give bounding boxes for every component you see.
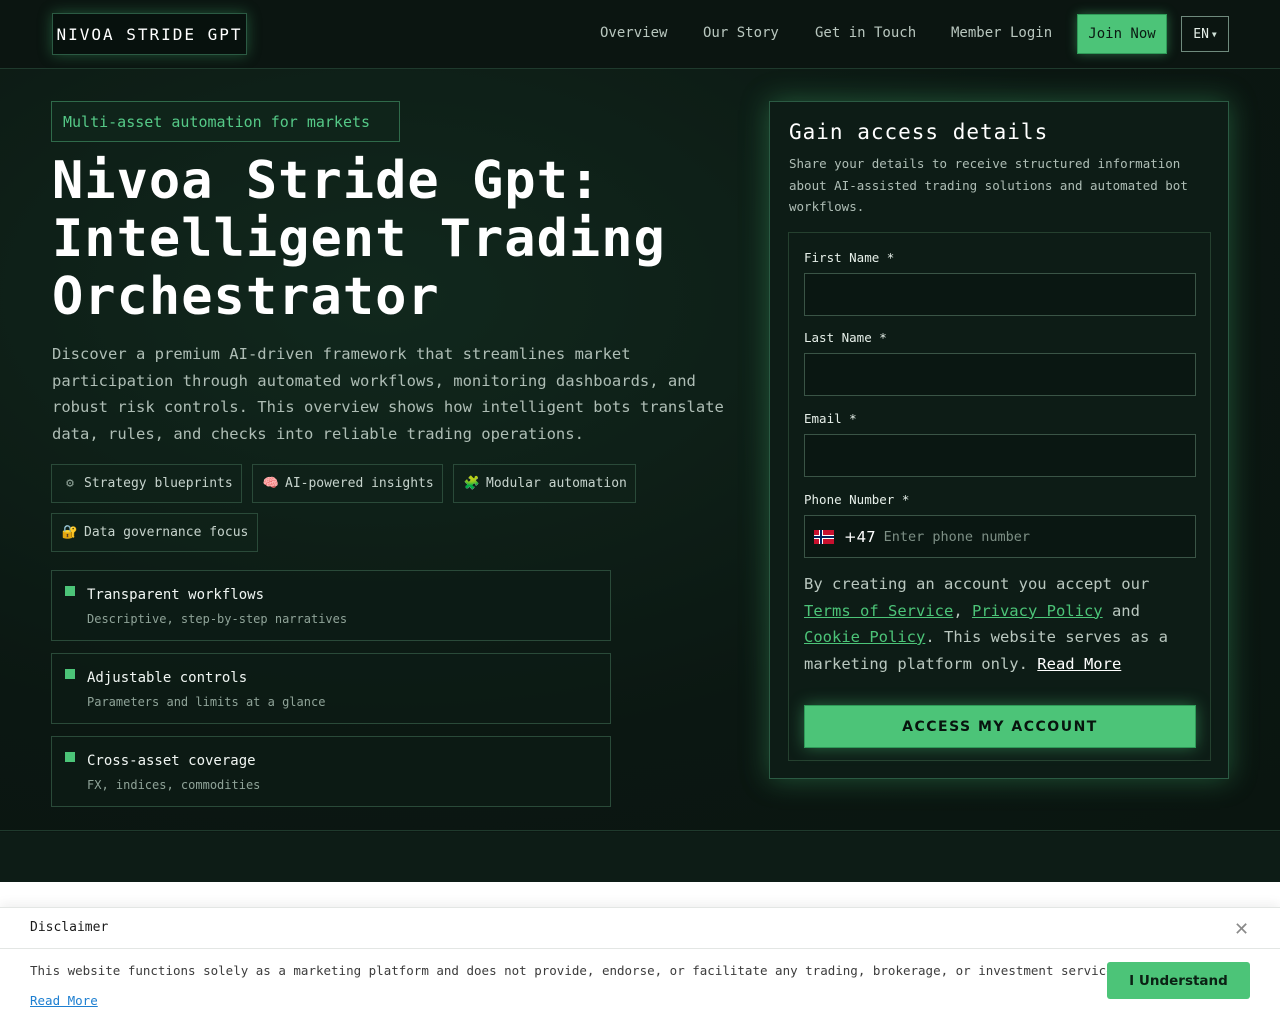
norway-flag-icon[interactable] — [814, 529, 834, 544]
consent-comma: , — [953, 601, 972, 620]
nav-our-story[interactable]: Our Story — [703, 25, 779, 41]
site-logo[interactable]: NIVOA STRIDE GPT — [52, 13, 247, 55]
last-name-input[interactable] — [804, 353, 1196, 396]
section-divider — [0, 832, 1280, 882]
feature-title: Transparent workflows — [87, 587, 265, 603]
close-icon[interactable]: ✕ — [1234, 919, 1249, 940]
form-title: Gain access details — [789, 120, 1049, 144]
brain-icon: 🧠 — [262, 476, 280, 491]
consent-and: and — [1102, 601, 1140, 620]
feature-title: Cross-asset coverage — [87, 753, 256, 769]
form-subtitle: Share your details to receive structured… — [789, 156, 1188, 214]
last-name-label: Last Name * — [804, 330, 887, 345]
disclaimer-read-more-link[interactable]: Read More — [30, 993, 98, 1008]
nav-overview[interactable]: Overview — [600, 25, 667, 41]
feature-subtitle: Parameters and limits at a glance — [87, 695, 326, 709]
feature-card-cross-asset: Cross-asset coverage FX, indices, commod… — [51, 736, 611, 807]
phone-input[interactable] — [883, 516, 1195, 557]
hero-tagline: Multi-asset automation for markets — [51, 101, 400, 142]
disclaimer-banner: Disclaimer ✕ This website functions sole… — [0, 907, 1280, 1024]
read-more-link[interactable]: Read More — [1037, 655, 1121, 673]
hero-title-line-3: Orchestrator — [52, 267, 440, 327]
language-label: EN — [1193, 26, 1209, 42]
understand-button[interactable]: I Understand — [1107, 962, 1250, 999]
nav-get-in-touch[interactable]: Get in Touch — [815, 25, 916, 41]
signup-form: First Name * Last Name * Email * Phone N… — [788, 232, 1211, 761]
chip-ai-powered-insights: 🧠 AI-powered insights — [252, 464, 443, 503]
lock-icon: 🔐 — [61, 525, 79, 540]
phone-label: Phone Number * — [804, 492, 910, 507]
feature-subtitle: FX, indices, commodities — [87, 778, 261, 792]
bullet-square-icon — [65, 586, 75, 596]
chip-strategy-blueprints: ⚙ Strategy blueprints — [51, 464, 242, 503]
puzzle-icon: 🧩 — [463, 476, 481, 491]
chip-modular-automation: 🧩 Modular automation — [453, 464, 636, 503]
phone-field: +47 — [804, 515, 1196, 558]
chip-label: AI-powered insights — [285, 476, 434, 491]
terms-link[interactable]: Terms of Service — [804, 602, 953, 620]
dial-code: +47 — [844, 527, 876, 546]
chip-label: Modular automation — [486, 476, 627, 491]
first-name-input[interactable] — [804, 273, 1196, 316]
feature-title: Adjustable controls — [87, 670, 248, 686]
consent-prefix: By creating an account you accept our — [804, 575, 1150, 593]
bullet-square-icon — [65, 752, 75, 762]
join-now-button[interactable]: Join Now — [1077, 14, 1167, 54]
chip-label: Strategy blueprints — [84, 476, 233, 491]
feature-subtitle: Descriptive, step-by-step narratives — [87, 612, 348, 626]
gear-icon: ⚙ — [66, 476, 74, 491]
language-selector[interactable]: EN ▼ — [1181, 16, 1229, 52]
nav-member-login[interactable]: Member Login — [951, 25, 1052, 41]
consent-text: By creating an account you accept our Te… — [804, 571, 1199, 677]
privacy-link[interactable]: Privacy Policy — [972, 602, 1103, 620]
cookie-link[interactable]: Cookie Policy — [804, 628, 925, 646]
email-label: Email * — [804, 411, 857, 426]
email-input[interactable] — [804, 434, 1196, 477]
hero-title: Nivoa Stride Gpt: Intelligent Trading Or… — [52, 152, 752, 326]
caret-down-icon: ▼ — [1211, 29, 1217, 39]
hero-title-line-2: Intelligent Trading — [52, 209, 666, 269]
disclaimer-header: Disclaimer ✕ — [0, 908, 1280, 949]
access-account-button[interactable]: ACCESS MY ACCOUNT — [804, 705, 1196, 748]
chip-label: Data governance focus — [84, 525, 249, 540]
feature-card-transparent-workflows: Transparent workflows Descriptive, step-… — [51, 570, 611, 641]
hero-description: Discover a premium AI-driven framework t… — [52, 345, 724, 443]
first-name-label: First Name * — [804, 250, 895, 265]
bullet-square-icon — [65, 669, 75, 679]
chip-data-governance: 🔐 Data governance focus — [51, 513, 258, 552]
hero-title-line-1: Nivoa Stride Gpt: — [52, 151, 602, 211]
site-header: NIVOA STRIDE GPT Overview Our Story Get … — [0, 0, 1280, 69]
feature-card-adjustable-controls: Adjustable controls Parameters and limit… — [51, 653, 611, 724]
signup-card: Gain access details Share your details t… — [769, 101, 1229, 779]
disclaimer-title: Disclaimer — [30, 920, 109, 935]
disclaimer-text: This website functions solely as a marke… — [30, 963, 1129, 978]
